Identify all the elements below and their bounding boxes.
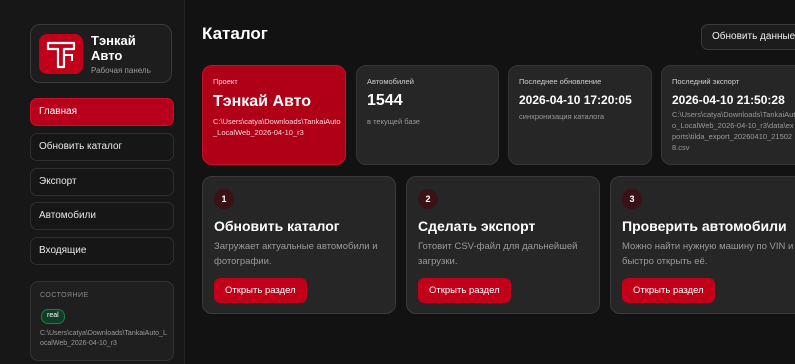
sidebar: Тэнкай Авто Рабочая панель Главная Обнов… (0, 0, 185, 364)
brand-title: Тэнкай Авто (91, 33, 136, 63)
stat-label: Последний экспорт (672, 77, 740, 86)
open-section-button[interactable]: Открыть раздел (622, 278, 715, 303)
step-number: 3 (622, 189, 642, 209)
open-section-button[interactable]: Открыть раздел (418, 278, 511, 303)
stat-value: 2026-04-10 17:20:05 (519, 93, 632, 107)
sidebar-item-export[interactable]: Экспорт (30, 168, 174, 196)
stat-card-last-update: Последнее обновление 2026-04-10 17:20:05… (508, 65, 652, 165)
sidebar-item-inbox[interactable]: Входящие (30, 237, 174, 265)
stat-sub: в текущей базе (367, 117, 420, 126)
open-section-button[interactable]: Открыть раздел (214, 278, 307, 303)
stat-value: 1544 (367, 92, 403, 109)
brand-logo (39, 34, 83, 74)
page-title: Каталог (202, 24, 268, 43)
step-number: 2 (418, 189, 438, 209)
stat-label: Автомобилей (367, 77, 414, 86)
status-panel: СОСТОЯНИЕ real C:\Users\catya\Downloads\… (30, 281, 174, 361)
status-badge: real (41, 309, 65, 324)
step-number: 1 (214, 189, 234, 209)
step-card-update-catalog: 1 Обновить каталог Загружает актуальные … (202, 176, 396, 314)
stat-label: Проект (213, 77, 238, 86)
stat-card-last-export: Последний экспорт 2026-04-10 21:50:28 C:… (661, 65, 795, 165)
brand-subtitle: Рабочая панель (91, 66, 151, 75)
step-title: Сделать экспорт (418, 218, 536, 234)
status-label: СОСТОЯНИЕ (40, 292, 89, 299)
refresh-data-button[interactable]: Обновить данные (701, 24, 795, 50)
step-card-export: 2 Сделать экспорт Готовит CSV-файл для д… (406, 176, 600, 314)
status-path: C:\Users\catya\Downloads\TankaiAuto_Loca… (40, 330, 167, 347)
stat-card-cars: Автомобилей 1544 в текущей базе (356, 65, 499, 165)
stat-sub: C:\Users\catya\Downloads\TankaiAuto_Loca… (672, 110, 795, 152)
stat-card-project: Проект Тэнкай Авто C:\Users\catya\Downlo… (202, 65, 346, 165)
brand-card: Тэнкай Авто Рабочая панель (30, 24, 172, 83)
stat-sub: C:\Users\catya\Downloads\TankaiAuto_Loca… (213, 117, 341, 137)
step-description: Готовит CSV-файл для дальнейшей загрузки… (418, 241, 578, 267)
sidebar-item-home[interactable]: Главная (30, 98, 174, 126)
logo-icon (46, 41, 76, 69)
step-card-check-cars: 3 Проверить автомобили Можно найти нужну… (610, 176, 795, 314)
step-description: Можно найти нужную машину по VIN и быстр… (622, 241, 794, 267)
step-title: Проверить автомобили (622, 218, 787, 234)
stat-value: 2026-04-10 21:50:28 (672, 93, 785, 107)
sidebar-item-update-catalog[interactable]: Обновить каталог (30, 133, 174, 161)
stat-sub: синхронизация каталога (519, 112, 605, 121)
sidebar-item-cars[interactable]: Автомобили (30, 202, 174, 230)
stat-label: Последнее обновление (519, 77, 602, 86)
step-description: Загружает актуальные автомобили и фотогр… (214, 241, 378, 267)
step-title: Обновить каталог (214, 218, 340, 234)
stat-value: Тэнкай Авто (213, 93, 312, 110)
